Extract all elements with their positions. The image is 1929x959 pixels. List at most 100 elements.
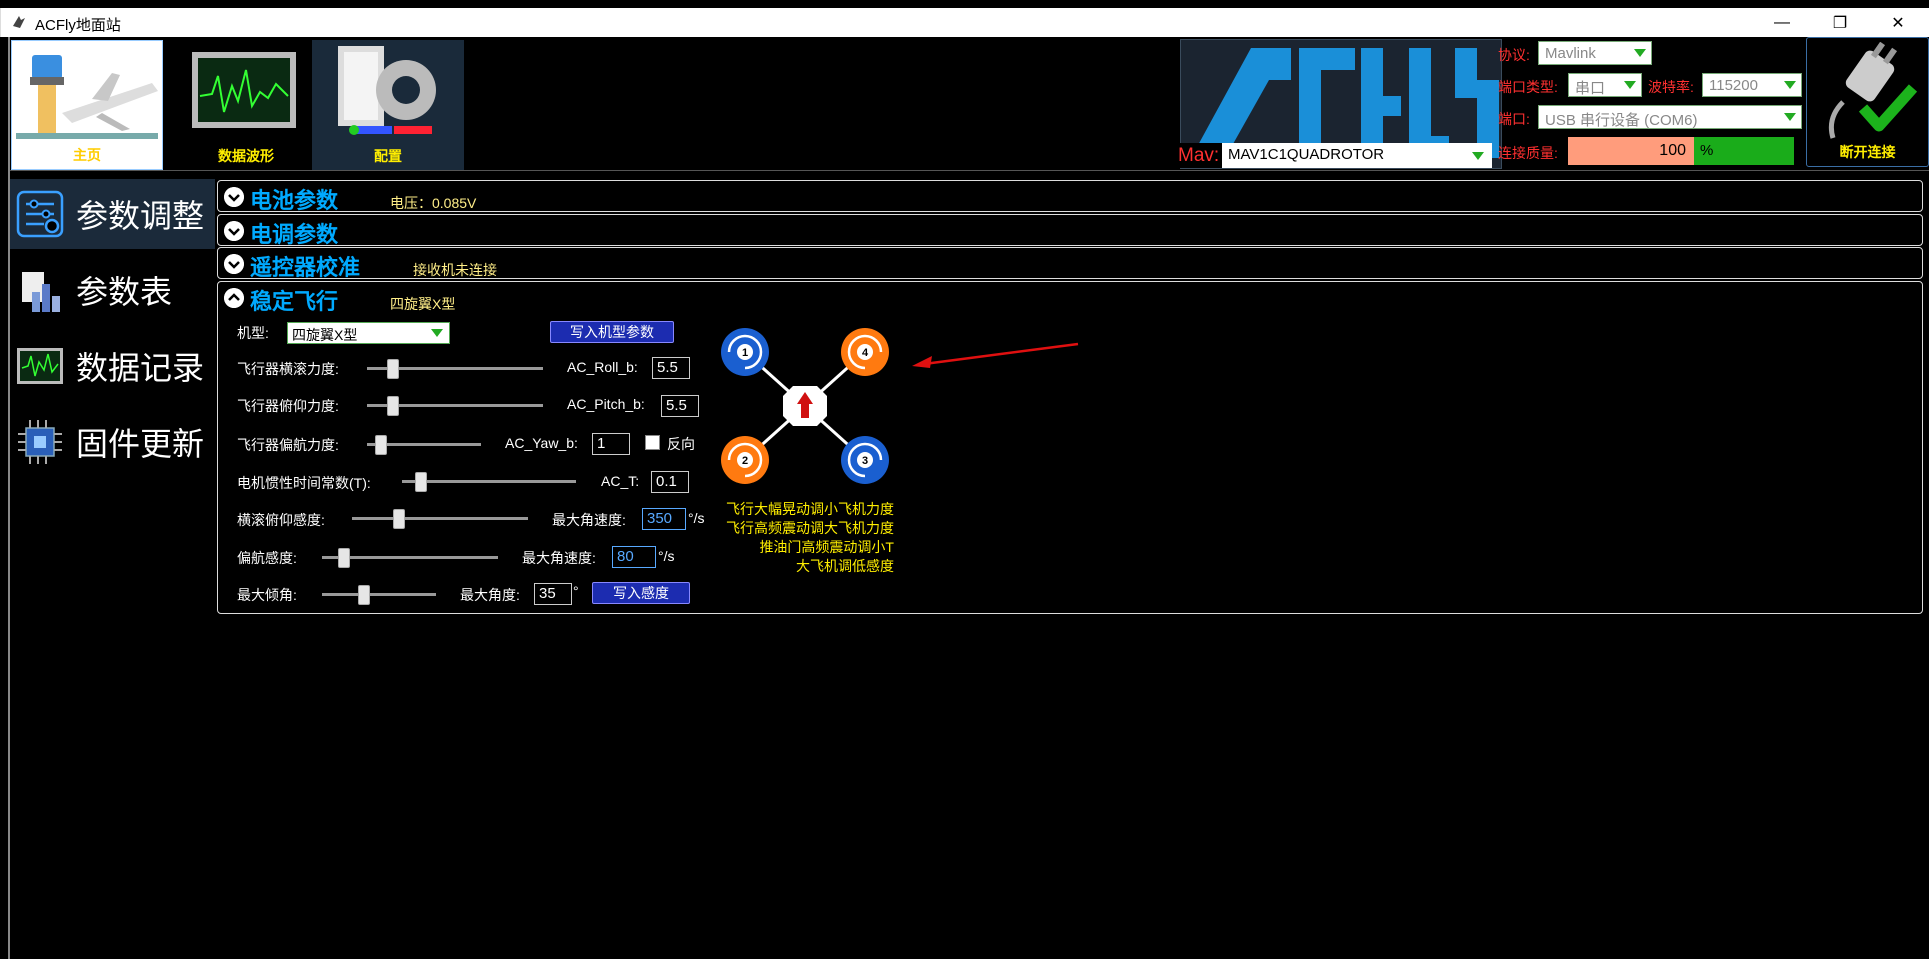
protocol-select[interactable]: Mavlink — [1538, 41, 1652, 65]
close-button[interactable]: ✕ — [1869, 8, 1927, 37]
pitch-slider[interactable] — [367, 393, 543, 417]
motor-1-label: 1 — [742, 347, 748, 359]
roll-label: 飞行器横滚力度: — [237, 361, 339, 377]
frame-label: 机型: — [237, 325, 269, 341]
title-bar: ACFly地面站 — ❐ ✕ — [0, 8, 1929, 37]
wave-tool-button[interactable]: 数据波形 — [170, 40, 322, 170]
maximize-button[interactable]: ❐ — [1811, 8, 1869, 37]
home-tool-button[interactable]: 主页 — [11, 40, 163, 170]
max-angle-label: 最大角度: — [460, 587, 520, 603]
sidebar-item-param-tune[interactable]: 参数调整 — [10, 179, 215, 249]
motor-1-icon: 1 — [721, 328, 769, 376]
yaw-rate-unit: °/s — [658, 548, 675, 564]
rc-status: 接收机未连接 — [413, 262, 497, 278]
reverse-label: 反向 — [667, 436, 695, 452]
pitch-value-input[interactable]: 5.5 — [661, 395, 699, 417]
motor-2-icon: 2 — [721, 436, 769, 484]
frame-type-select[interactable]: 四旋翼X型 — [287, 322, 450, 344]
motor-slider[interactable] — [402, 469, 576, 493]
roll-param-label: AC_Roll_b: — [567, 359, 638, 375]
monitor-wave-icon — [17, 348, 63, 384]
stable-title: 稳定飞行 — [250, 289, 339, 314]
port-label: 端口: — [1498, 111, 1530, 127]
port-type-select[interactable]: 串口 — [1568, 73, 1642, 97]
sidebar-item-label: 数据记录 — [76, 350, 205, 386]
motor-4-icon: 4 — [841, 328, 889, 376]
motor-label: 电机惯性时间常数(T): — [237, 475, 371, 491]
protocol-label: 协议: — [1498, 47, 1530, 63]
quality-value: 100 — [1659, 142, 1686, 159]
gear-config-icon — [338, 46, 436, 135]
chevron-down-icon — [1784, 113, 1796, 121]
chevron-down-icon[interactable] — [224, 221, 244, 241]
baud-select[interactable]: 115200 — [1702, 73, 1802, 97]
mav-select[interactable]: Mav: MAV1C1QUADROTOR — [1172, 143, 1492, 168]
sidebar-item-firmware[interactable]: 固件更新 — [10, 407, 215, 477]
sidebar-item-label: 固件更新 — [76, 426, 205, 462]
port-type-value: 串口 — [1575, 80, 1606, 97]
chevron-down-icon[interactable] — [224, 254, 244, 274]
baud-label: 波特率: — [1648, 79, 1694, 95]
motor-2-label: 2 — [742, 455, 748, 467]
rp-sens-label: 横滚俯仰感度: — [237, 512, 325, 528]
yaw-value-input[interactable]: 1 — [592, 433, 630, 455]
slider-thumb[interactable] — [338, 548, 350, 568]
minimize-button[interactable]: — — [1753, 8, 1811, 37]
write-sensitivity-button[interactable]: 写入感度 — [592, 582, 690, 604]
chevron-down-icon[interactable] — [224, 187, 244, 207]
write-frame-button[interactable]: 写入机型参数 — [550, 321, 674, 343]
sliders-icon — [16, 190, 64, 238]
mav-label: Mav: — [1172, 143, 1222, 168]
slider-thumb[interactable] — [358, 585, 370, 605]
rp-max-rate-input[interactable]: 350 — [642, 508, 686, 530]
hint-line: 飞行高频震动调大飞机力度 — [726, 520, 894, 536]
pitch-param-label: AC_Pitch_b: — [567, 396, 645, 412]
sidebar-item-label: 参数调整 — [76, 198, 205, 234]
chevron-up-icon[interactable] — [224, 288, 244, 308]
roll-value-input[interactable]: 5.5 — [652, 357, 690, 379]
bar-chart-icon — [22, 272, 60, 312]
airport-tower-icon — [16, 55, 158, 139]
motor-4-label: 4 — [862, 347, 869, 359]
app-icon — [13, 16, 25, 28]
connection-quality-bar: 100 — [1568, 137, 1694, 165]
chevron-down-icon — [1634, 49, 1646, 57]
rc-panel[interactable]: 遥控器校准 接收机未连接 — [217, 247, 1923, 280]
red-arrow-annotation — [912, 342, 1079, 368]
reverse-checkbox[interactable] — [645, 435, 660, 450]
battery-voltage: 电压：0.085V — [390, 195, 477, 211]
battery-panel[interactable]: 电池参数 电压：0.085V — [217, 180, 1923, 213]
slider-thumb[interactable] — [387, 359, 399, 379]
plug-check-icon — [1828, 42, 1918, 139]
toolbar-divider — [10, 170, 1929, 171]
window-title: ACFly地面站 — [35, 17, 121, 34]
home-label: 主页 — [73, 147, 101, 163]
rp-sens-slider[interactable] — [352, 506, 528, 530]
slider-thumb[interactable] — [393, 509, 405, 529]
max-tilt-slider[interactable] — [322, 582, 436, 606]
rp-max-rate-label: 最大角速度: — [552, 512, 626, 528]
slider-thumb[interactable] — [415, 472, 427, 492]
hint-line: 推油门高频震动调小T — [759, 539, 894, 555]
sidebar-item-data-log[interactable]: 数据记录 — [10, 331, 215, 401]
yaw-max-rate-input[interactable]: 80 — [612, 546, 656, 568]
pitch-label: 飞行器俯仰力度: — [237, 398, 339, 414]
config-tool-button[interactable]: 配置 — [312, 40, 464, 170]
yaw-slider[interactable] — [367, 432, 481, 456]
yaw-max-rate-label: 最大角速度: — [522, 550, 596, 566]
disconnect-button[interactable]: 断开连接 — [1806, 37, 1929, 167]
slider-thumb[interactable] — [375, 435, 387, 455]
yaw-param-label: AC_Yaw_b: — [505, 435, 578, 451]
hint-line: 大飞机调低感度 — [796, 558, 894, 574]
port-select[interactable]: USB 串行设备 (COM6) — [1538, 105, 1802, 129]
esc-title: 电调参数 — [250, 222, 339, 247]
motor-value-input[interactable]: 0.1 — [651, 471, 689, 493]
sidebar-item-param-table[interactable]: 参数表 — [10, 255, 215, 325]
yaw-sens-slider[interactable] — [322, 545, 498, 569]
roll-slider[interactable] — [367, 356, 543, 380]
max-angle-input[interactable]: 35 — [534, 583, 572, 605]
slider-thumb[interactable] — [387, 396, 399, 416]
esc-panel[interactable]: 电调参数 — [217, 214, 1923, 247]
yaw-label: 飞行器偏航力度: — [237, 437, 339, 453]
quality-unit: % — [1700, 142, 1714, 159]
